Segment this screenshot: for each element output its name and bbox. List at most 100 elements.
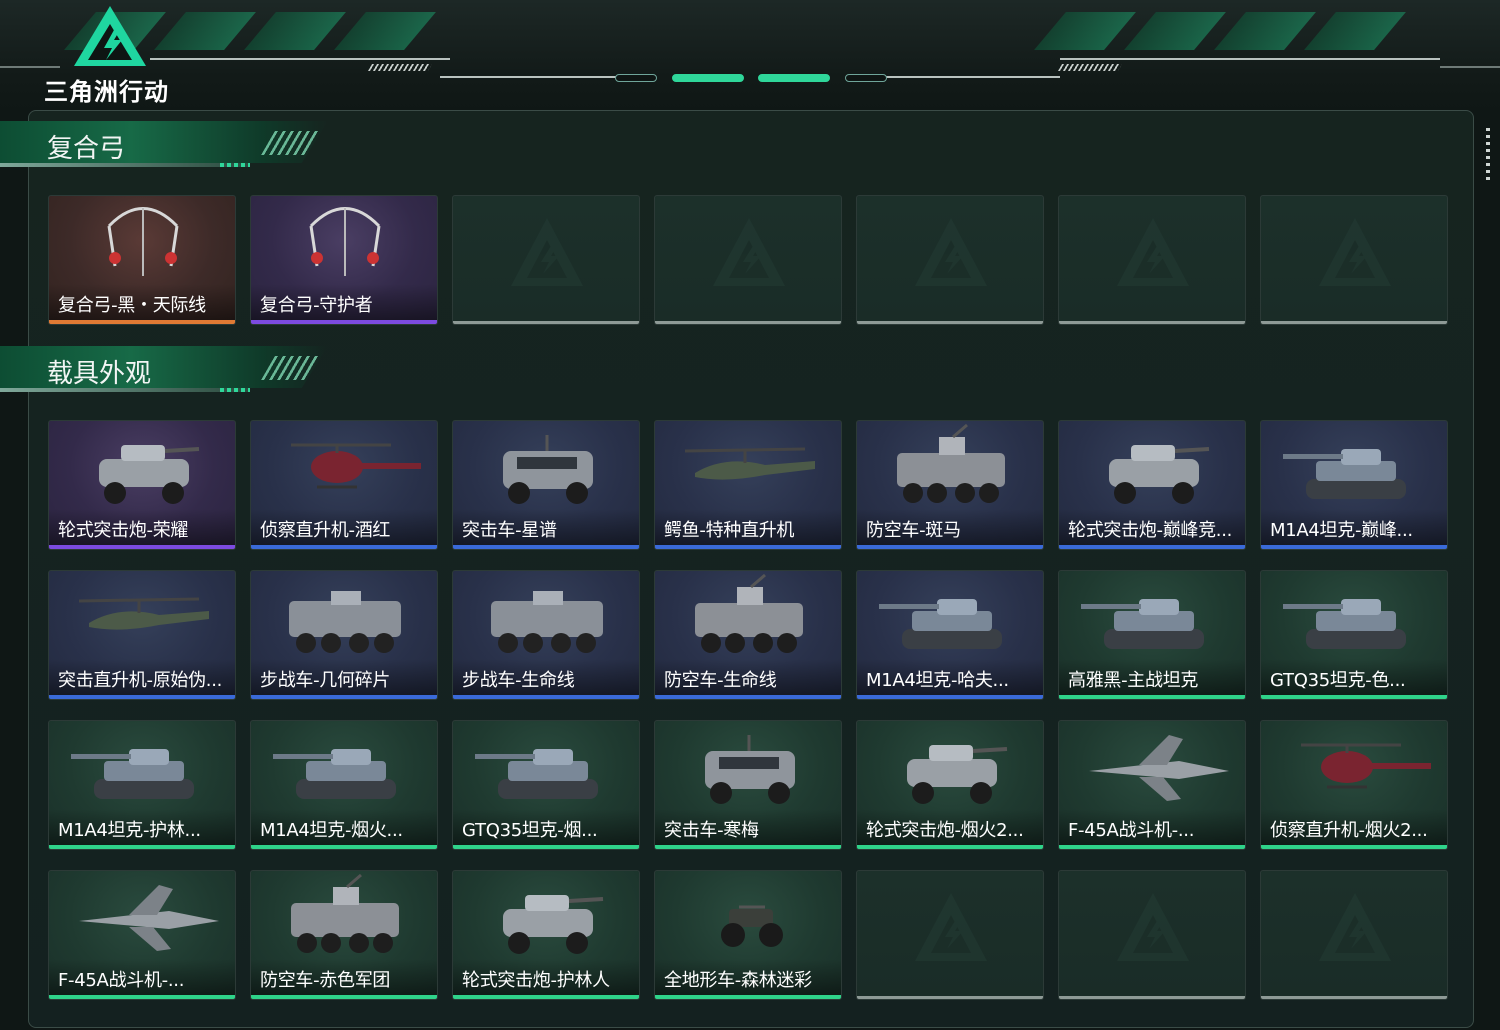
wheeled-assault-gun-icon [503, 895, 604, 954]
item-card[interactable]: 防空车-斑马 [856, 420, 1044, 550]
placeholder-logo-icon [1117, 218, 1189, 286]
rarity-underline [857, 545, 1043, 549]
wheeled-assault-gun-icon [99, 445, 200, 504]
item-card[interactable]: 步战车-几何碎片 [250, 570, 438, 700]
game-title: 三角洲行动 [44, 78, 169, 106]
item-card[interactable]: 全地形车-森林迷彩 [654, 870, 842, 1000]
item-card[interactable]: 突击直升机-原始伪... [48, 570, 236, 700]
item-card[interactable]: M1A4坦克-烟火... [250, 720, 438, 850]
wheeled-assault-gun-icon [907, 745, 1008, 804]
rarity-underline [655, 845, 841, 849]
header-segment [845, 74, 887, 82]
tank-icon [475, 749, 598, 799]
item-card[interactable]: M1A4坦克-哈夫... [856, 570, 1044, 700]
item-name: 轮式突击炮-烟火2... [866, 820, 1024, 841]
item-card[interactable]: 高雅黑-主战坦克 [1058, 570, 1246, 700]
item-name: 侦察直升机-烟火2... [1270, 820, 1428, 841]
tank-icon [71, 749, 194, 799]
item-name: 防空车-赤色军团 [260, 970, 391, 991]
item-name: 突击车-星谱 [462, 520, 557, 541]
header-stripe [334, 12, 436, 50]
section-header-vehicle: 载具外观 [0, 346, 330, 400]
attack-helicopter-icon [78, 597, 209, 630]
item-name: 复合弓-黑・天际线 [58, 295, 206, 316]
scout-helicopter-icon [1301, 743, 1431, 789]
placeholder-logo-icon [1319, 218, 1391, 286]
rarity-underline [49, 545, 235, 549]
item-name: 突击直升机-原始伪... [58, 670, 223, 691]
slot-underline [1261, 321, 1447, 324]
empty-slot [1058, 870, 1246, 1000]
item-name: 步战车-几何碎片 [260, 670, 391, 691]
scroll-indicator[interactable] [1486, 128, 1490, 183]
slot-underline [453, 321, 639, 324]
item-card[interactable]: 步战车-生命线 [452, 570, 640, 700]
header-segment [615, 74, 657, 82]
aa-vehicle-icon [897, 423, 1005, 503]
rarity-underline [655, 695, 841, 699]
item-card[interactable]: 侦察直升机-烟火2... [1260, 720, 1448, 850]
item-name: 轮式突击炮-荣耀 [58, 520, 189, 541]
rarity-underline [251, 695, 437, 699]
rarity-underline [453, 845, 639, 849]
header-line [880, 76, 1060, 78]
item-card[interactable]: 鳄鱼-特种直升机 [654, 420, 842, 550]
slot-underline [1261, 996, 1447, 999]
rarity-underline [857, 695, 1043, 699]
empty-slot [1058, 195, 1246, 325]
item-card[interactable]: 轮式突击炮-巅峰竞... [1058, 420, 1246, 550]
section-tick [220, 163, 250, 167]
ifv-icon [491, 591, 603, 653]
fighter-jet-icon [79, 885, 219, 951]
rarity-underline [49, 320, 235, 324]
placeholder-logo-icon [915, 218, 987, 286]
slot-underline [655, 321, 841, 324]
vehicle-grid: 轮式突击炮-荣耀 侦察直升机-酒红 突击车-星谱 鳄鱼-特种直升机 防空车-斑马 轮式突击… [48, 420, 1448, 1000]
rarity-underline [251, 845, 437, 849]
item-card[interactable]: 复合弓-黑・天际线 [48, 195, 236, 325]
item-card[interactable]: 轮式突击炮-护林人 [452, 870, 640, 1000]
rarity-underline [453, 545, 639, 549]
empty-slot [1260, 195, 1448, 325]
placeholder-logo-icon [511, 218, 583, 286]
item-card[interactable]: 防空车-赤色军团 [250, 870, 438, 1000]
item-card[interactable]: 突击车-星谱 [452, 420, 640, 550]
item-card[interactable]: 侦察直升机-酒红 [250, 420, 438, 550]
empty-slot [654, 195, 842, 325]
item-card[interactable]: F-45A战斗机-... [48, 870, 236, 1000]
item-card[interactable]: 轮式突击炮-荣耀 [48, 420, 236, 550]
item-card[interactable]: GTQ35坦克-色... [1260, 570, 1448, 700]
item-card[interactable]: 轮式突击炮-烟火2... [856, 720, 1044, 850]
item-name: 防空车-生命线 [664, 670, 777, 691]
bow-grid: 复合弓-黑・天际线 复合弓-守护者 [48, 195, 1448, 325]
item-card[interactable]: M1A4坦克-护林... [48, 720, 236, 850]
game-logo: 三角洲行动 [44, 2, 184, 106]
tank-icon [1081, 599, 1204, 649]
empty-slot [856, 870, 1044, 1000]
rarity-underline [655, 995, 841, 999]
rarity-underline [1059, 695, 1245, 699]
item-card[interactable]: 突击车-寒梅 [654, 720, 842, 850]
scout-helicopter-icon [291, 443, 421, 489]
item-card[interactable]: 复合弓-守护者 [250, 195, 438, 325]
aa-vehicle-icon [291, 873, 399, 953]
placeholder-logo-icon [713, 218, 785, 286]
fighter-jet-icon [1089, 735, 1229, 801]
item-card[interactable]: F-45A战斗机-... [1058, 720, 1246, 850]
slot-underline [857, 996, 1043, 999]
header-stripe [244, 12, 346, 50]
tank-icon [273, 749, 396, 799]
rarity-underline [857, 845, 1043, 849]
item-name: 复合弓-守护者 [260, 295, 373, 316]
slot-underline [1059, 321, 1245, 324]
aa-vehicle-icon [695, 573, 803, 653]
game-screen: 三角洲行动 复合弓 复合弓-黑・天际线 复合弓-守护者 载具外观 轮式突击炮-荣耀… [0, 0, 1500, 1030]
rarity-underline [49, 995, 235, 999]
item-name: 高雅黑-主战坦克 [1068, 670, 1199, 691]
item-card[interactable]: GTQ35坦克-烟... [452, 720, 640, 850]
placeholder-logo-icon [915, 893, 987, 961]
item-card[interactable]: 防空车-生命线 [654, 570, 842, 700]
header-line [1440, 66, 1500, 68]
item-card[interactable]: M1A4坦克-巅峰... [1260, 420, 1448, 550]
rarity-underline [1261, 845, 1447, 849]
